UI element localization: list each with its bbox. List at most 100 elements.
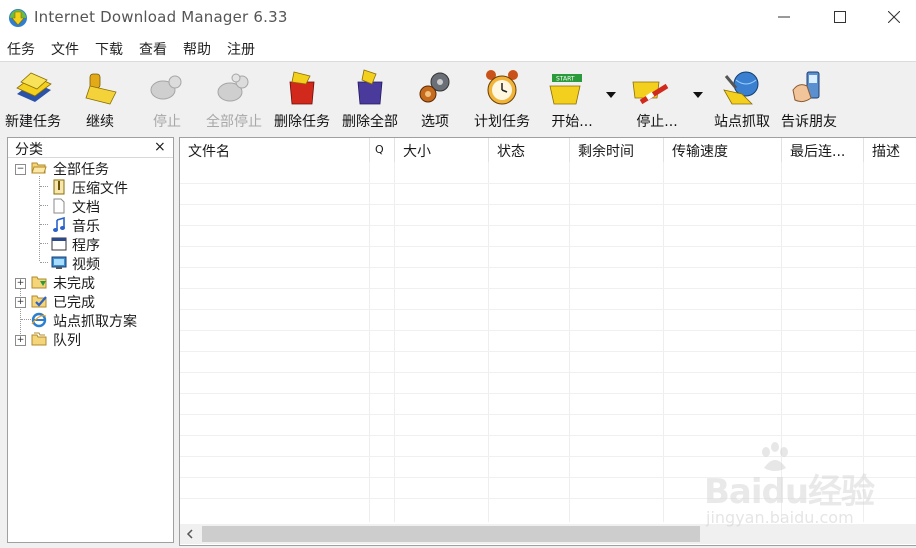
tree-item-documents[interactable]: 文档: [8, 196, 173, 216]
category-title: 分类: [15, 142, 43, 158]
menu-register[interactable]: 注册: [227, 39, 255, 59]
grid-line: [180, 435, 916, 436]
tree-label: 站点抓取方案: [53, 314, 137, 330]
scrollbar-thumb[interactable]: [202, 526, 700, 542]
delete-all-icon: [357, 69, 383, 105]
music-note-icon: [53, 217, 65, 232]
tree-item-programs[interactable]: 程序: [8, 234, 173, 254]
stop-all-label: 全部停止: [206, 114, 262, 130]
site-grabber-label: 站点抓取: [714, 114, 770, 130]
column-last-try[interactable]: 最后连...: [782, 138, 864, 162]
maximize-button[interactable]: [816, 0, 866, 34]
start-queue-button[interactable]: START 开始...: [544, 66, 600, 132]
scheduler-button[interactable]: 计划任务: [470, 66, 534, 132]
grid-line: [180, 183, 916, 184]
tree-item-archives[interactable]: 压缩文件: [8, 177, 173, 197]
column-description[interactable]: 描述: [864, 138, 916, 162]
expand-toggle[interactable]: +: [15, 297, 26, 308]
tree-item-unfinished[interactable]: + 未完成: [8, 272, 173, 292]
column-size[interactable]: 大小: [395, 138, 489, 162]
tree-item-grabber-projects[interactable]: 站点抓取方案: [8, 310, 173, 330]
column-label: 文件名: [188, 144, 230, 160]
tree-label: 程序: [72, 238, 100, 254]
tree-item-all-tasks[interactable]: − 全部任务: [8, 158, 173, 178]
grid-line: [180, 246, 916, 247]
tree-item-music[interactable]: 音乐: [8, 215, 173, 235]
grid-line: [180, 288, 916, 289]
column-status[interactable]: 状态: [489, 138, 570, 162]
column-label: 剩余时间: [578, 144, 634, 160]
grid-line: [180, 330, 916, 331]
tell-friend-button[interactable]: 告诉朋友: [776, 66, 842, 132]
stop-queue-button[interactable]: 停止...: [626, 66, 688, 132]
delete-task-button[interactable]: 删除任务: [270, 66, 334, 132]
minimize-button[interactable]: [760, 0, 810, 34]
stop-all-icon: [217, 73, 249, 102]
menu-download[interactable]: 下载: [95, 39, 123, 59]
expand-toggle[interactable]: +: [15, 335, 26, 346]
stop-button[interactable]: 停止: [136, 66, 198, 132]
category-header: 分类 ×: [8, 138, 173, 158]
scroll-left-arrow-icon[interactable]: [184, 528, 196, 540]
minimize-icon: [778, 16, 790, 18]
video-icon: [51, 256, 67, 269]
grid-line: [180, 204, 916, 205]
delete-all-button[interactable]: 删除全部: [338, 66, 402, 132]
tree-item-queues[interactable]: + 队列: [8, 329, 173, 349]
tree-label: 未完成: [53, 276, 95, 292]
tree-label: 文档: [72, 200, 100, 216]
svg-text:START: START: [556, 76, 575, 83]
tree-label: 队列: [53, 333, 81, 349]
resume-label: 继续: [86, 114, 114, 130]
new-task-button[interactable]: 新建任务: [0, 66, 66, 132]
menu-file[interactable]: 文件: [51, 39, 79, 59]
resume-button[interactable]: 继续: [72, 66, 128, 132]
scheduler-label: 计划任务: [474, 114, 530, 130]
start-queue-icon: START: [549, 74, 582, 105]
expand-toggle[interactable]: +: [15, 278, 26, 289]
grid-line: [180, 372, 916, 373]
stop-queue-label: 停止...: [636, 114, 678, 130]
tree-item-finished[interactable]: + 已完成: [8, 291, 173, 311]
stop-label: 停止: [153, 114, 181, 130]
grid-line: [180, 351, 916, 352]
folder-open-icon: [31, 162, 47, 174]
site-grabber-button[interactable]: 站点抓取: [710, 66, 774, 132]
options-button[interactable]: 选项: [410, 66, 460, 132]
menu-view[interactable]: 查看: [139, 39, 167, 59]
start-dropdown-arrow-icon[interactable]: [606, 90, 616, 100]
collapse-toggle[interactable]: −: [15, 164, 26, 175]
column-transfer-rate[interactable]: 传输速度: [664, 138, 782, 162]
ie-globe-icon: [31, 312, 47, 328]
column-label: 描述: [872, 144, 900, 160]
grid-line: [180, 225, 916, 226]
column-label: 状态: [497, 144, 525, 160]
tree-label: 视频: [72, 257, 100, 273]
grid-line: [394, 162, 395, 522]
new-task-icon: [16, 72, 52, 102]
program-window-icon: [51, 237, 67, 251]
grid-line: [569, 162, 570, 522]
unfinished-folder-icon: [31, 276, 47, 289]
close-button[interactable]: [870, 0, 916, 34]
site-grabber-icon: [723, 71, 759, 105]
stop-queue-icon: [632, 81, 669, 105]
resume-icon: [85, 73, 117, 105]
delete-task-icon: [289, 71, 315, 105]
category-close-icon[interactable]: ×: [154, 139, 166, 155]
watermark-text: Baidu经验: [704, 472, 875, 512]
maximize-icon: [834, 11, 846, 23]
stop-dropdown-arrow-icon[interactable]: [693, 90, 703, 100]
delete-all-label: 删除全部: [342, 114, 398, 130]
menu-help[interactable]: 帮助: [183, 39, 211, 59]
tree-item-video[interactable]: 视频: [8, 253, 173, 273]
menu-task[interactable]: 任务: [7, 39, 35, 59]
options-gear-icon: [419, 72, 450, 103]
grid-line: [180, 414, 916, 415]
tree-label: 已完成: [53, 295, 95, 311]
column-q[interactable]: Q: [370, 138, 395, 162]
finished-folder-icon: [31, 295, 47, 308]
stop-all-button[interactable]: 全部停止: [202, 66, 266, 132]
column-time-left[interactable]: 剩余时间: [570, 138, 664, 162]
column-filename[interactable]: 文件名: [180, 138, 370, 162]
